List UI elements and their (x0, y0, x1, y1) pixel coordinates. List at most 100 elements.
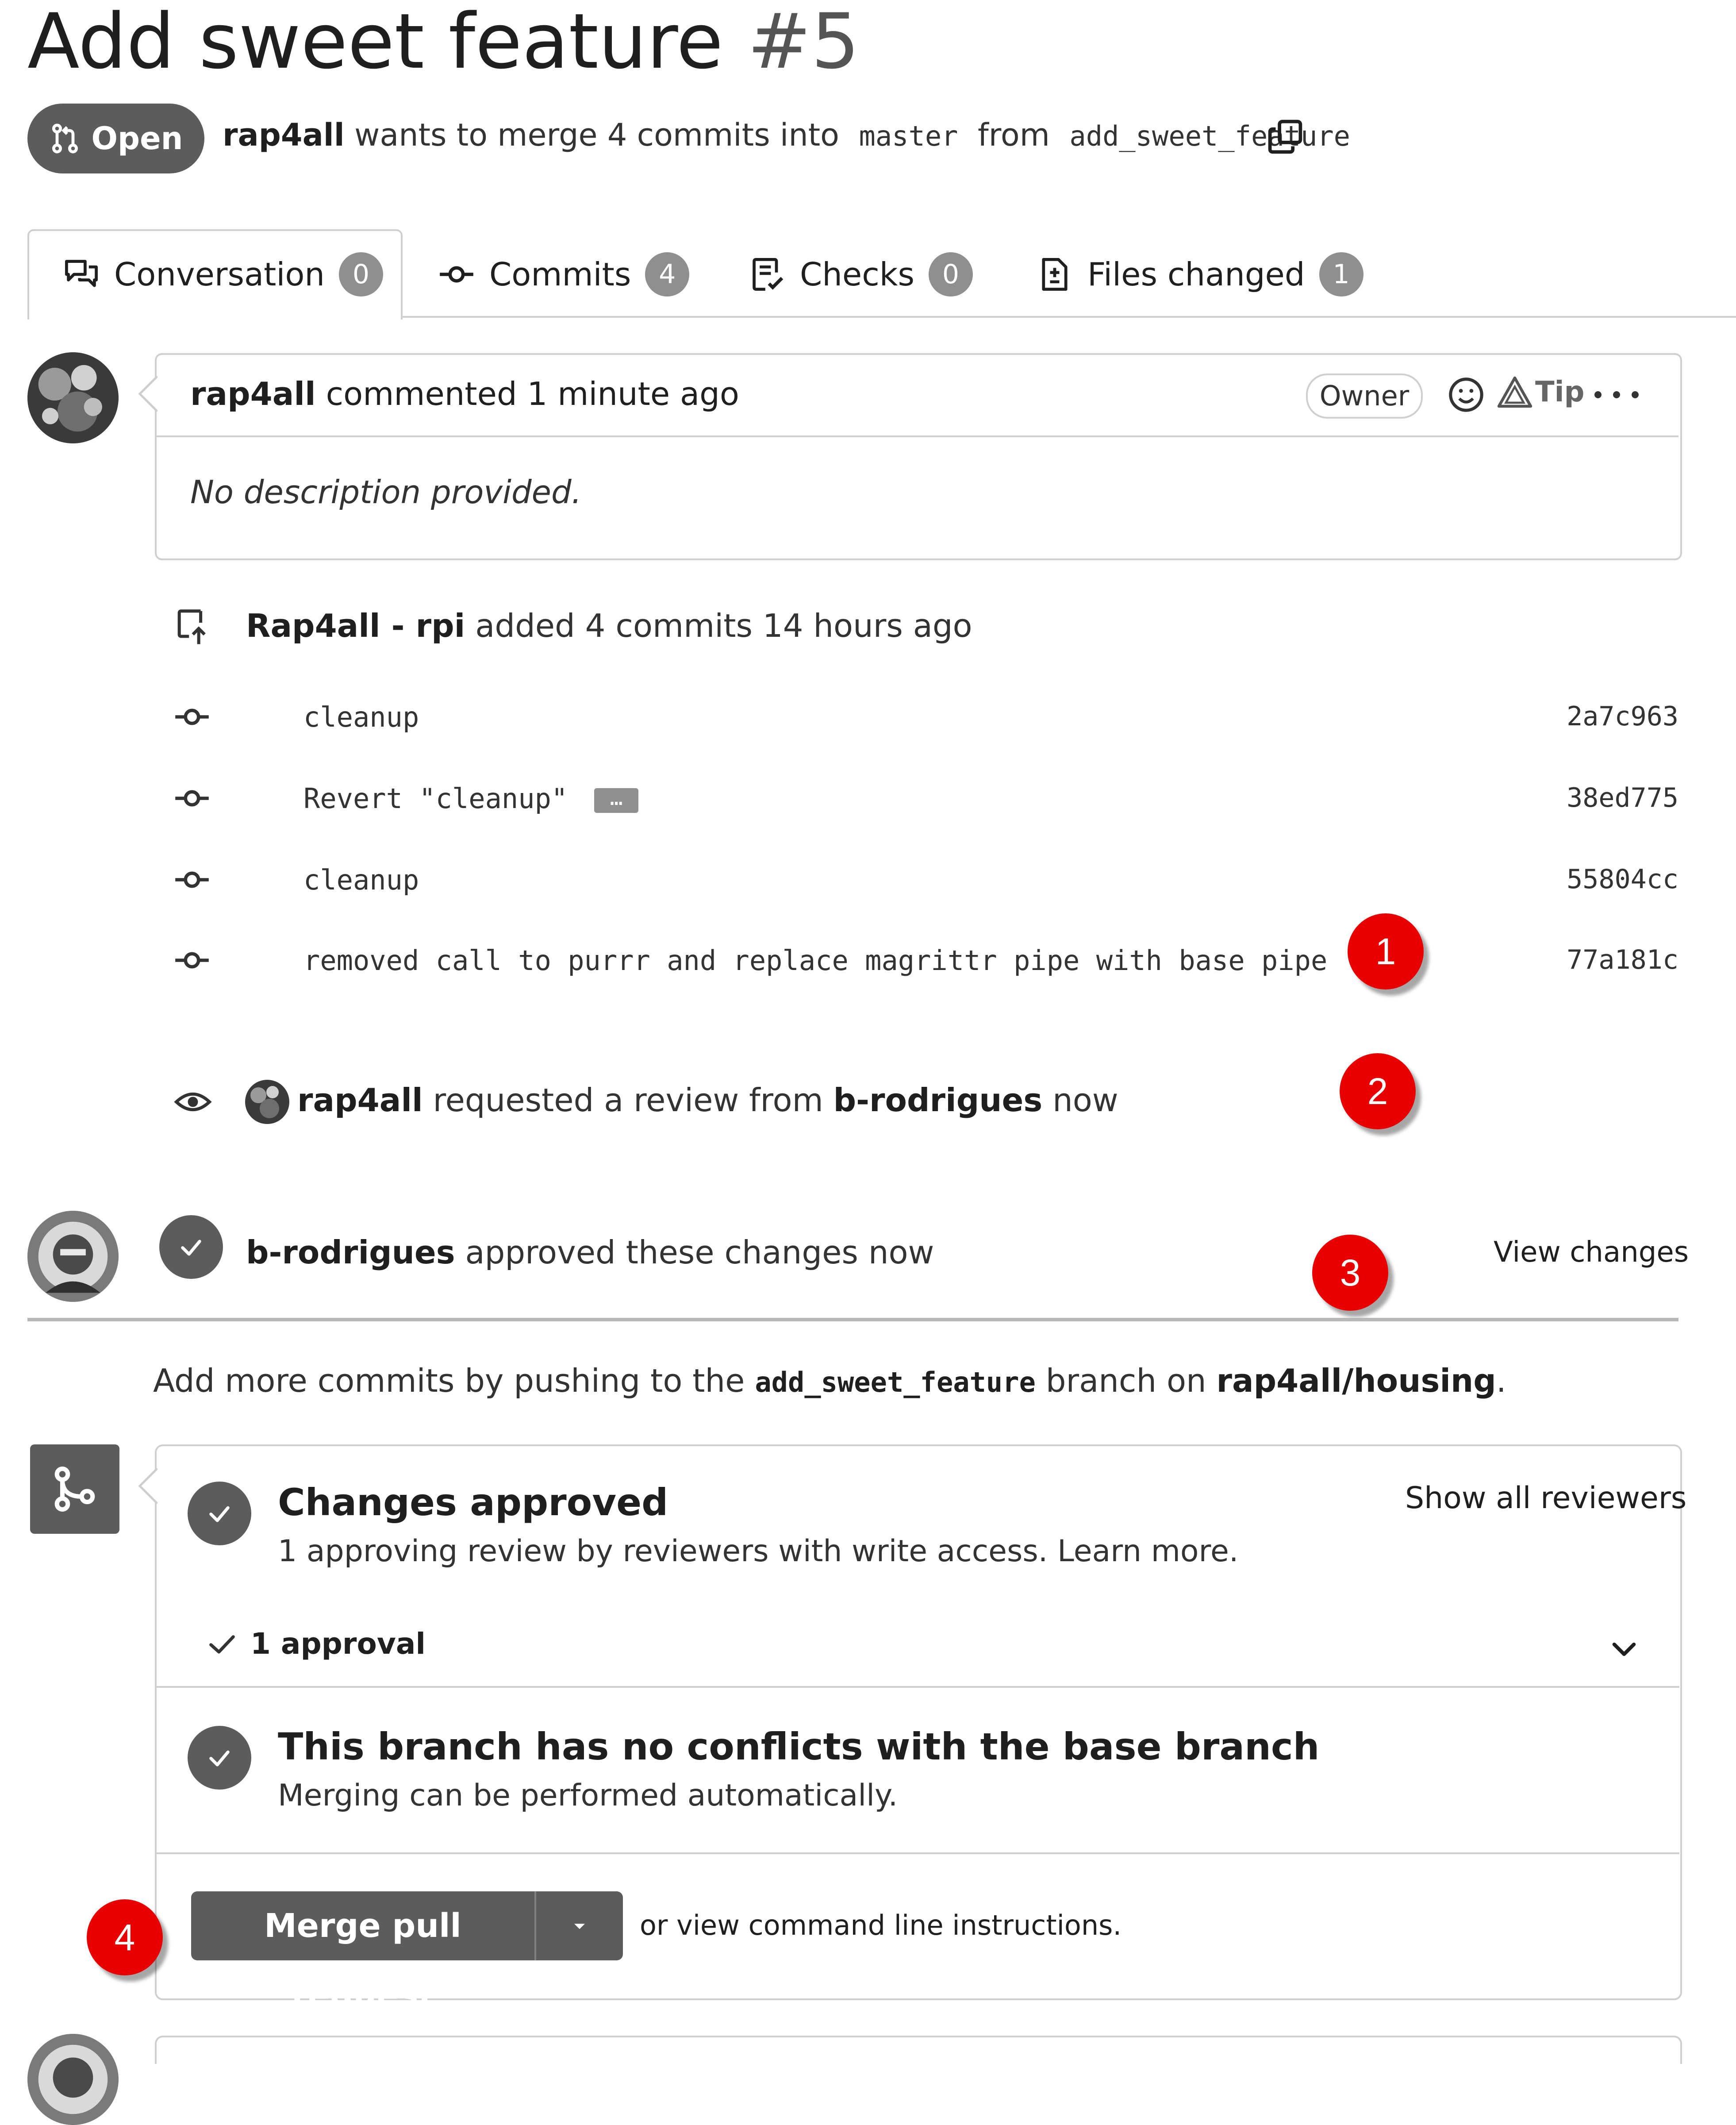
comment-meta: rap4all commented 1 minute ago (190, 372, 739, 416)
push-text: added 4 commits 14 hours ago (475, 607, 972, 644)
timeline-divider (27, 1318, 1678, 1321)
chevron-down-icon[interactable] (1608, 1633, 1640, 1666)
no-conflicts-title: This branch has no conflicts with the ba… (278, 1725, 1320, 1768)
kebab-menu-icon[interactable] (1594, 381, 1639, 408)
status-badge: Open (27, 104, 204, 173)
pr-title: Add sweet feature #5 (27, 0, 860, 86)
push-author[interactable]: Rap4all - rpi (246, 607, 465, 644)
pr-author-link[interactable]: rap4all (223, 117, 345, 153)
commit-message[interactable]: cleanup (303, 864, 419, 896)
eye-icon (174, 1092, 212, 1112)
push-hint-branch[interactable]: add_sweet_feature (755, 1366, 1036, 1398)
commit-sha[interactable]: 38ed775 (1567, 782, 1678, 813)
base-branch[interactable]: master (859, 120, 958, 152)
merge-method-dropdown[interactable] (536, 1891, 623, 1960)
commit-message[interactable]: Revert "cleanup" (303, 782, 568, 815)
head-branch[interactable]: add_sweet_feature (1069, 120, 1350, 152)
git-commit-icon (175, 708, 209, 725)
commit-message-row: Revert "cleanup" … (303, 782, 639, 815)
comment-discussion-icon (65, 260, 98, 287)
commit-message[interactable]: cleanup (303, 701, 419, 733)
tabbar-border (403, 316, 1736, 318)
merge-status-icon (30, 1444, 119, 1534)
comment-pointer (138, 376, 157, 412)
git-merge-icon (54, 1467, 95, 1512)
author-avatar-image (27, 352, 119, 443)
check-icon (209, 1635, 235, 1654)
smiley-icon[interactable] (1447, 375, 1486, 414)
merge-pull-request-button-group: Merge pull request (191, 1891, 623, 2014)
comment-action[interactable]: commented 1 minute ago (326, 375, 739, 412)
tab-checks[interactable]: Checks 0 (749, 248, 973, 301)
avatar[interactable] (27, 352, 119, 443)
git-commit-icon (440, 266, 473, 283)
list-item: Revert "cleanup" … 38ed775 (0, 774, 1736, 823)
checklist-icon (753, 258, 784, 291)
annotation-marker-4: 4 (87, 1899, 163, 1975)
reviewer-avatar-image (27, 2034, 119, 2125)
merge-box-pointer (138, 1468, 157, 1504)
triangle-down-icon (574, 1924, 585, 1929)
avatar[interactable] (27, 1211, 119, 1302)
tip-label: Tip (1535, 376, 1585, 408)
owner-badge: Owner (1306, 373, 1423, 419)
push-hint-middle: branch on (1045, 1362, 1206, 1399)
push-hint-repo[interactable]: rap4all/housing (1217, 1362, 1496, 1399)
approvals-toggle[interactable]: 1 approval (206, 1627, 426, 1661)
commit-message[interactable]: removed call to purrr and replace magrit… (303, 944, 1327, 977)
commit-sha[interactable]: 2a7c963 (1567, 701, 1678, 732)
git-commit-icon (175, 790, 209, 807)
approver[interactable]: b-rodrigues (246, 1234, 455, 1271)
tip-button[interactable]: Tip (1497, 374, 1584, 410)
push-event: Rap4all - rpi added 4 commits 14 hours a… (246, 604, 972, 648)
git-commit-icon (175, 871, 209, 888)
command-line-instructions-link[interactable]: or view command line instructions. (640, 1909, 1121, 1941)
push-hint-prefix: Add more commits by pushing to the (153, 1362, 745, 1399)
tab-label: Checks (800, 256, 914, 293)
merge-pull-request-button[interactable]: Merge pull request (191, 1891, 534, 2014)
git-commit-icon (175, 952, 209, 969)
comment-body: No description provided. (190, 474, 582, 511)
pr-number: #5 (747, 0, 860, 86)
list-item: cleanup 55804cc (0, 856, 1736, 905)
annotation-marker-3: 3 (1312, 1235, 1388, 1311)
avatar[interactable] (27, 2034, 119, 2125)
check-icon (181, 1240, 201, 1256)
tab-counter: 1 (1319, 252, 1363, 296)
tab-conversation[interactable]: Conversation 0 (63, 248, 384, 301)
merge-summary: rap4all wants to merge 4 commits into ma… (223, 111, 1350, 161)
list-item: cleanup 2a7c963 (0, 693, 1736, 742)
status-label: Open (91, 120, 183, 157)
merge-text: wants to merge 4 commits into (354, 117, 839, 153)
tab-counter: 4 (645, 252, 690, 296)
tab-counter: 0 (339, 252, 384, 296)
expand-commit-button[interactable]: … (594, 787, 639, 813)
git-pull-request-icon (52, 123, 78, 154)
approval-event: b-rodrigues approved these changes now (246, 1230, 934, 1274)
review-request-time[interactable]: now (1052, 1082, 1118, 1119)
tab-commits[interactable]: Commits 4 (438, 248, 690, 301)
tab-files-changed[interactable]: Files changed 1 (1036, 248, 1363, 301)
copy-icon[interactable] (1266, 118, 1304, 156)
review-request-event: rap4all requested a review from b-rodrig… (297, 1078, 1118, 1122)
comment-composer[interactable] (155, 2036, 1682, 2064)
reviewer[interactable]: b-rodrigues (833, 1082, 1043, 1119)
commit-sha[interactable]: 55804cc (1567, 864, 1678, 895)
merge-box-divider (156, 1852, 1679, 1854)
view-changes-button[interactable]: View changes (1494, 1230, 1689, 1274)
list-item: removed call to purrr and replace magrit… (0, 936, 1736, 985)
reviewer-avatar-image (27, 1211, 119, 1302)
check-icon (209, 1750, 230, 1767)
push-hint-suffix: . (1496, 1362, 1506, 1399)
comment-author[interactable]: rap4all (190, 375, 316, 412)
changes-approved-subtitle[interactable]: 1 approving review by reviewers with wri… (278, 1534, 1238, 1569)
requester[interactable]: rap4all (297, 1082, 423, 1119)
no-conflicts-subtitle: Merging can be performed automatically. (278, 1778, 898, 1813)
tab-label: Commits (489, 256, 631, 293)
commit-sha[interactable]: 77a181c (1567, 944, 1678, 975)
approvals-count: 1 approval (250, 1627, 426, 1661)
approved-status-icon (159, 1215, 223, 1279)
show-all-reviewers-link[interactable]: Show all reviewers (1405, 1481, 1686, 1516)
annotation-marker-1: 1 (1348, 913, 1424, 989)
avatar[interactable] (245, 1080, 289, 1124)
